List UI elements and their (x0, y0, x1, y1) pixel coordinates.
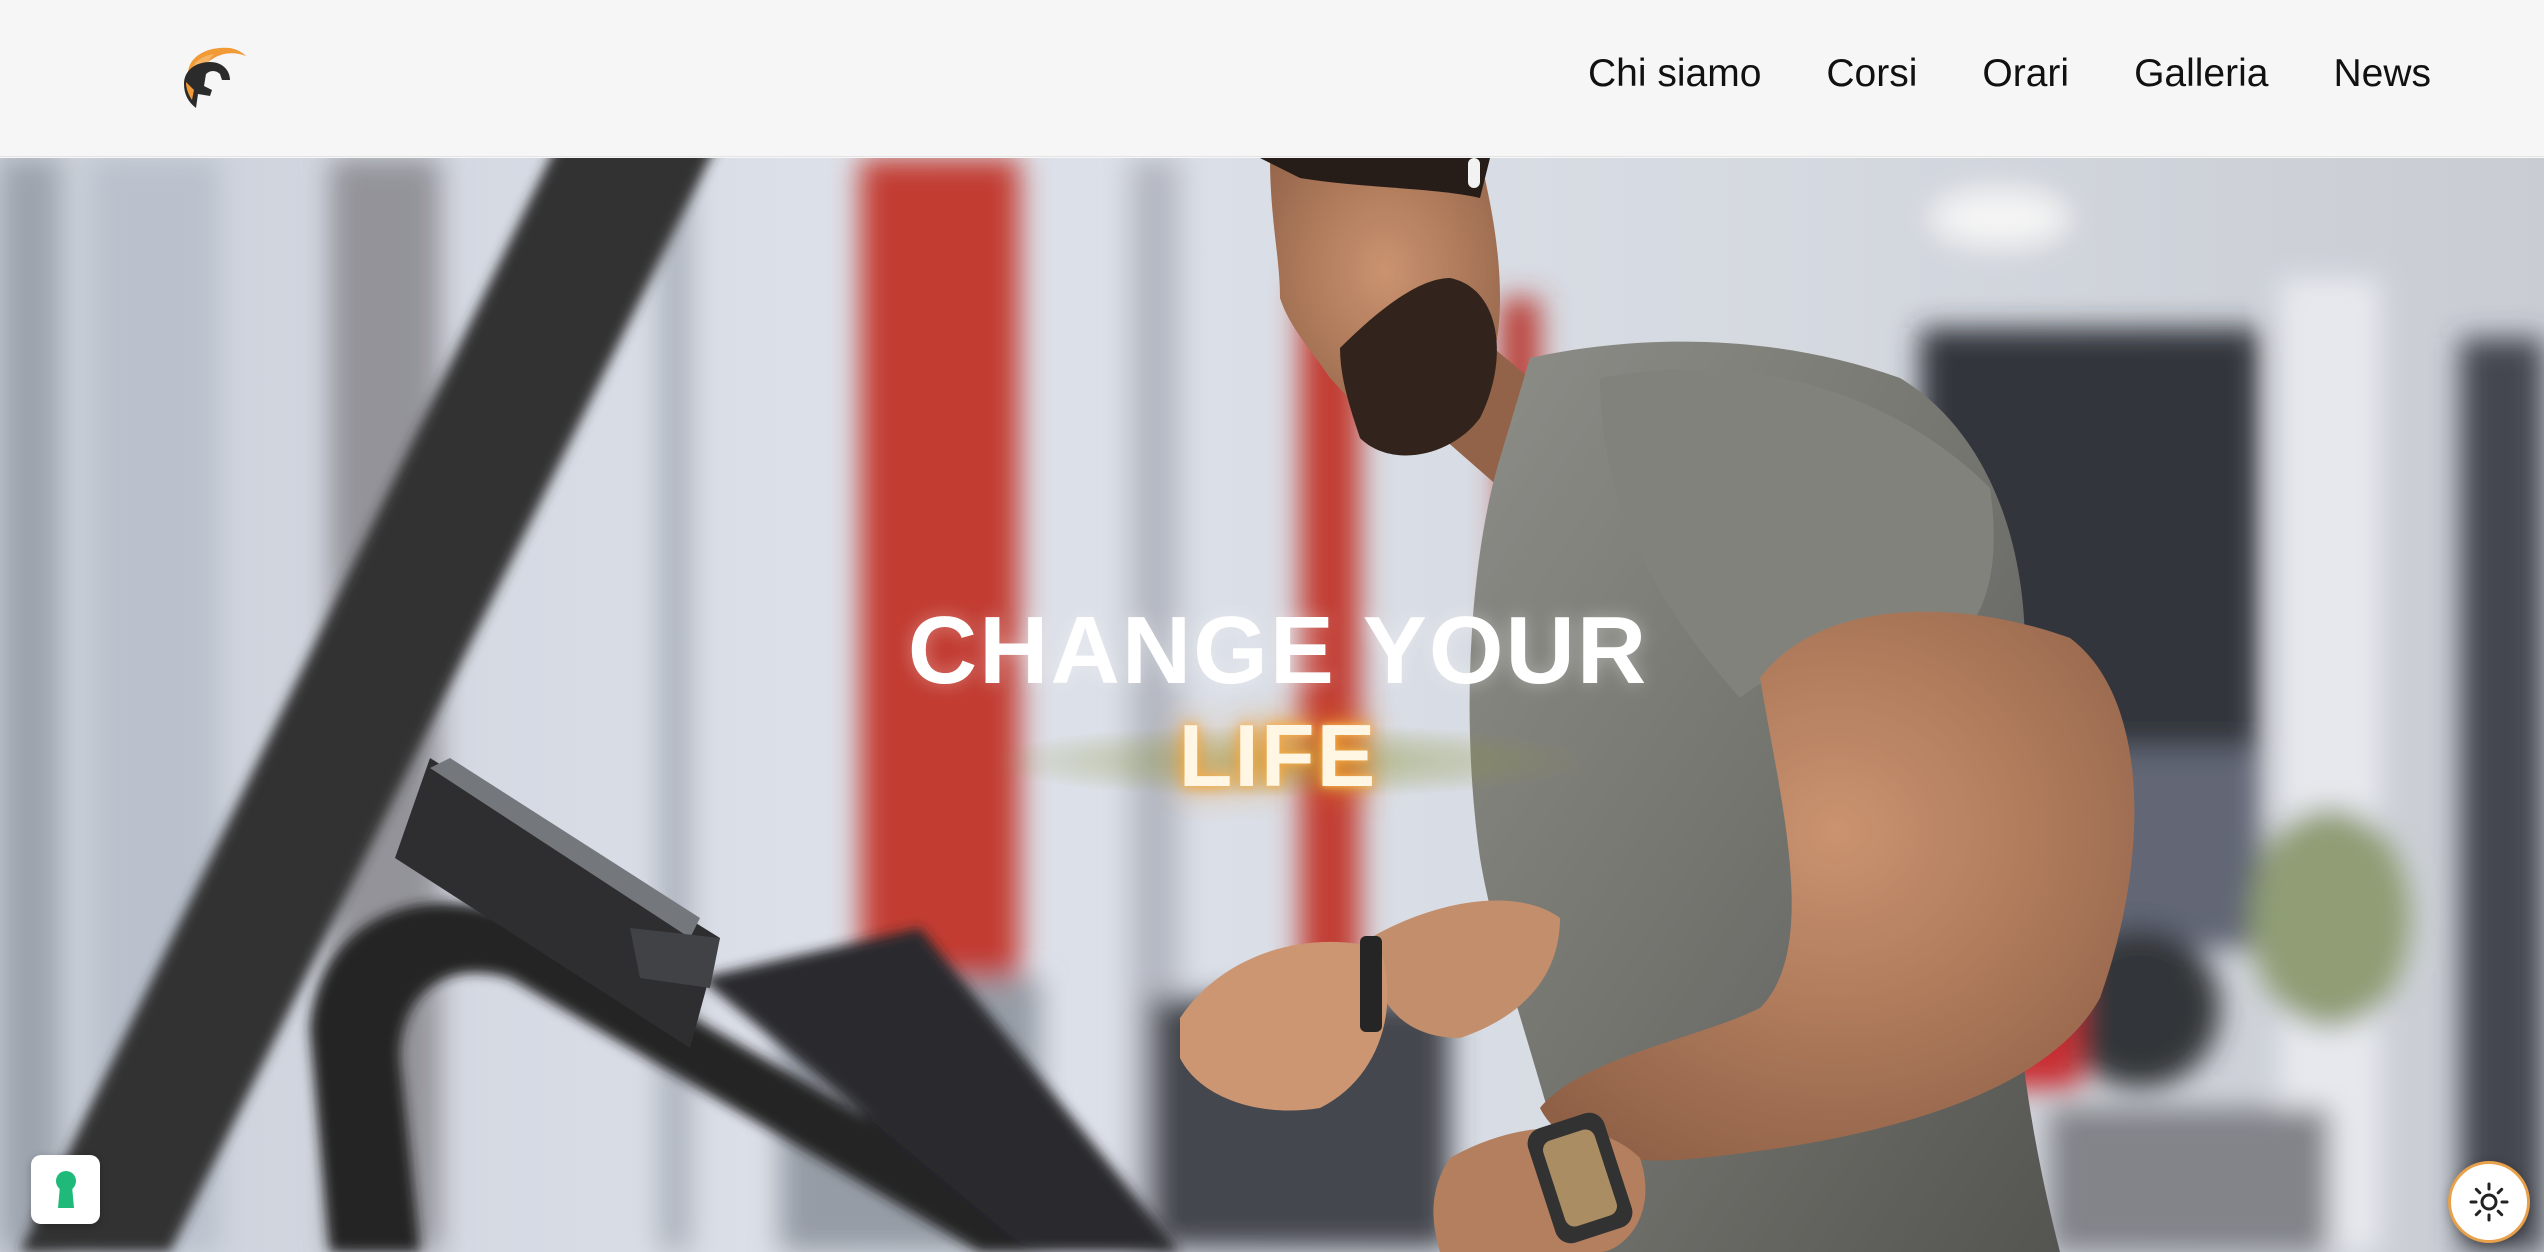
nav-item-corsi[interactable]: Corsi (1826, 52, 1917, 96)
sun-icon (2469, 1182, 2509, 1222)
keyhole-icon (55, 1170, 76, 1208)
nav-item-orari[interactable]: Orari (1982, 52, 2069, 96)
main-nav: Chi siamo Corsi Orari Galleria News (1588, 44, 2431, 104)
hero-title-line1: CHANGE YOUR (907, 597, 1649, 704)
theme-toggle-button[interactable] (2448, 1161, 2530, 1243)
nav-item-galleria[interactable]: Galleria (2134, 52, 2268, 96)
privacy-settings-button[interactable] (31, 1155, 100, 1224)
logo[interactable] (174, 44, 250, 116)
nav-item-chi-siamo[interactable]: Chi siamo (1588, 52, 1761, 96)
site-header: Chi siamo Corsi Orari Galleria News (0, 0, 2544, 157)
hero-title-line2: LIFE (1178, 706, 1378, 805)
spartan-helmet-logo-icon (184, 47, 246, 108)
hero-section: CHANGE YOUR LIFE (0, 158, 2544, 1252)
hero-title: CHANGE YOUR LIFE (0, 598, 2544, 808)
nav-item-news[interactable]: News (2333, 52, 2431, 96)
page: Chi siamo Corsi Orari Galleria News CHAN… (0, 0, 2544, 1252)
